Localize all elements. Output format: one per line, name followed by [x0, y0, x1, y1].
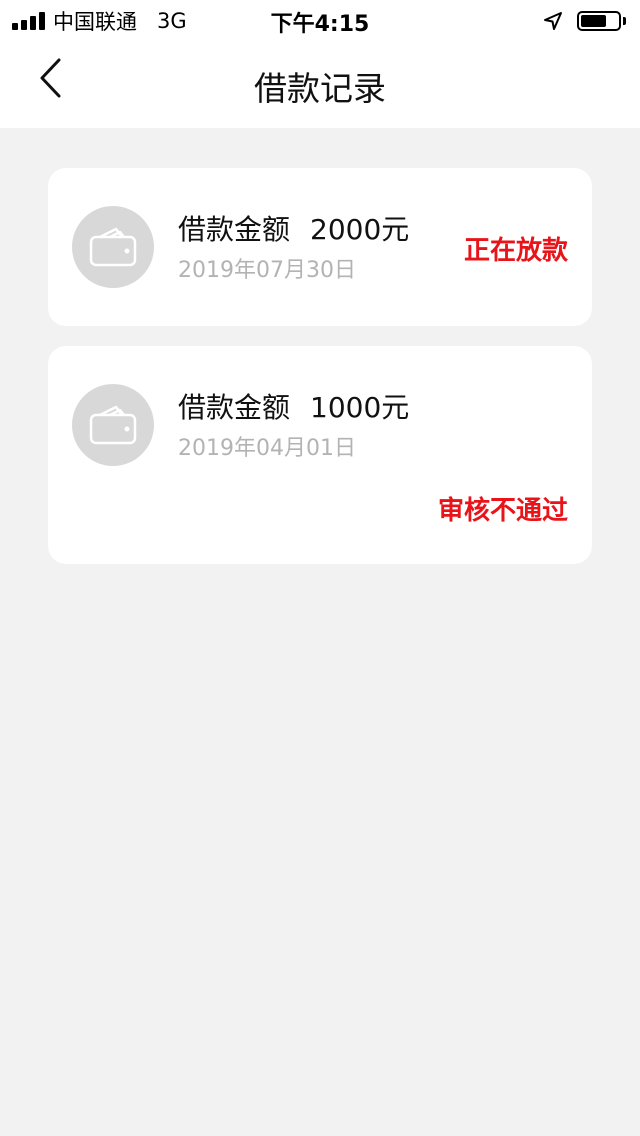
record-amount-line: 借款金额 2000元 [178, 208, 409, 248]
loan-record-card[interactable]: 借款金额 2000元 2019年07月30日 正在放款 [48, 168, 592, 326]
record-avatar [72, 384, 154, 466]
amount-label: 借款金额 [178, 391, 291, 424]
wallet-icon [89, 227, 137, 267]
record-avatar [72, 206, 154, 288]
battery-icon [577, 11, 621, 31]
nav-bar: 借款记录 [0, 40, 640, 128]
record-status: 正在放款 [463, 236, 568, 266]
record-status: 审核不通过 [437, 496, 568, 526]
page-title: 借款记录 [254, 69, 386, 108]
battery-tip [623, 17, 626, 25]
battery-fill [581, 15, 606, 27]
wallet-icon [89, 405, 137, 445]
record-amount-line: 借款金额 1000元 [178, 386, 409, 426]
amount-label: 借款金额 [178, 213, 291, 246]
status-bar: 中国联通 3G 下午4:15 [0, 0, 640, 40]
amount-value: 1000元 [310, 391, 410, 424]
record-date: 2019年04月01日 [178, 436, 356, 461]
amount-value: 2000元 [310, 213, 410, 246]
loan-record-card[interactable]: 借款金额 1000元 2019年04月01日 审核不通过 [48, 346, 592, 564]
location-arrow-icon [544, 12, 562, 30]
record-date: 2019年07月30日 [178, 258, 356, 283]
status-right [543, 9, 626, 33]
